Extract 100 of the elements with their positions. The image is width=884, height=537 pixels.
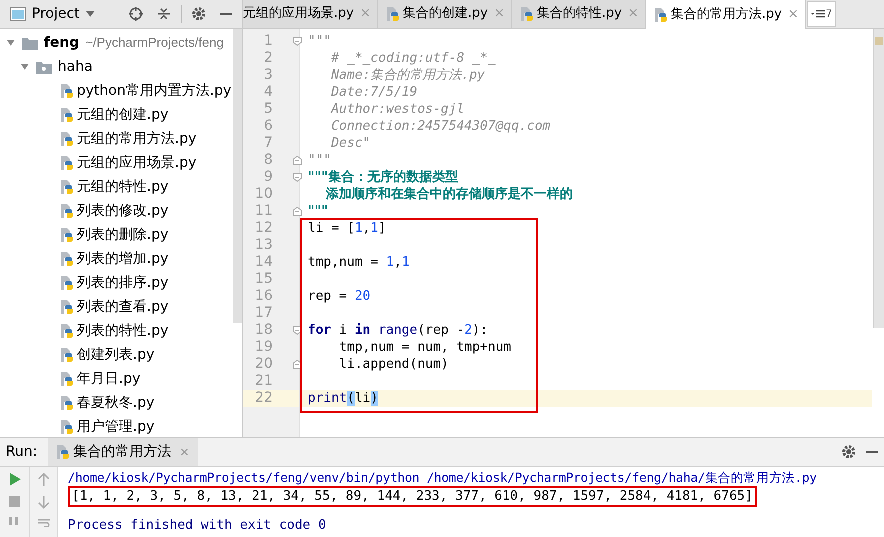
file-tree-item[interactable]: 春夏秋冬.py — [0, 391, 155, 415]
python-file-icon — [60, 227, 74, 243]
fold-marker-icon[interactable] — [293, 37, 302, 46]
arrow-down-icon[interactable] — [38, 496, 50, 509]
line-number: 12 — [254, 220, 273, 237]
line-number: 15 — [254, 271, 273, 288]
python-file-icon — [60, 179, 74, 195]
code-line: tmp,num = num, tmp+num — [338, 339, 512, 356]
file-tree-item[interactable]: 元组的创建.py — [0, 103, 169, 127]
folder-tree-item[interactable]: haha — [0, 55, 93, 79]
editor-tab[interactable]: 集合的创建.py × — [378, 0, 512, 28]
code-line: li = [1,1] — [307, 220, 388, 237]
python-file-icon — [56, 444, 70, 460]
file-tree-item[interactable]: 列表的删除.py — [0, 223, 169, 247]
wrap-icon[interactable] — [38, 519, 50, 527]
line-number: 21 — [254, 373, 273, 390]
editor-tab[interactable]: 元组的应用场景.py × — [243, 0, 378, 28]
python-file-icon — [520, 6, 534, 22]
editor-tab[interactable]: 集合的特性.py × — [512, 0, 646, 28]
panel-title[interactable]: Project — [32, 4, 80, 24]
python-file-icon — [60, 203, 74, 219]
line-number: 18 — [254, 322, 273, 339]
line-number: 8 — [263, 152, 273, 169]
fold-marker-icon[interactable] — [293, 207, 302, 216]
fold-marker-icon[interactable] — [293, 173, 302, 182]
python-file-icon — [60, 275, 74, 291]
crosshair-icon[interactable] — [129, 7, 143, 21]
file-tree-item[interactable]: 列表的特性.py — [0, 319, 169, 343]
arrow-up-icon[interactable] — [38, 473, 50, 486]
line-number: 3 — [263, 67, 273, 84]
code-line: Name:集合的常用方法.py — [330, 67, 486, 84]
line-number: 17 — [254, 305, 273, 322]
line-number: 10 — [254, 186, 273, 203]
folder-tree-item[interactable]: feng ~/PycharmProjects/feng — [0, 31, 224, 55]
line-number: 11 — [254, 203, 273, 220]
python-file-icon — [60, 155, 74, 171]
line-number: 20 — [254, 356, 273, 373]
code-line: """ — [307, 33, 332, 50]
code-line: Desc" — [330, 135, 372, 152]
run-label: Run: — [6, 442, 38, 462]
line-number: 5 — [263, 101, 273, 118]
file-tree-item[interactable]: 列表的增加.py — [0, 247, 169, 271]
console-line: /home/kiosk/PycharmProjects/feng/venv/bin/python /home/kiosk/PycharmProjects/feng/haha/集合的常用方法.py — [68, 469, 817, 486]
line-number: 6 — [263, 118, 273, 135]
list-icon — [810, 9, 825, 19]
code-line: Author:westos-gjl — [330, 101, 466, 118]
dropdown-caret-icon[interactable] — [86, 11, 95, 17]
python-file-icon — [60, 419, 74, 435]
line-number: 1 — [263, 33, 273, 50]
file-tree-item[interactable]: 元组的常用方法.py — [0, 127, 197, 151]
warning-marker-icon — [875, 37, 883, 45]
settings-icon[interactable] — [842, 445, 856, 459]
line-number: 7 — [263, 135, 273, 152]
code-line: # _*_coding:utf-8 _*_ — [330, 50, 497, 67]
code-line: Date:7/5/19 — [330, 84, 419, 101]
python-file-icon — [60, 395, 74, 411]
editor-tab[interactable]: 集合的常用方法.py × — [646, 0, 806, 29]
expanded-arrow-icon[interactable] — [6, 38, 16, 48]
file-tree-item[interactable]: 列表的修改.py — [0, 199, 169, 223]
file-tree-item[interactable]: 列表的查看.py — [0, 295, 169, 319]
line-number: 13 — [254, 237, 273, 254]
fold-marker-icon[interactable] — [293, 156, 302, 165]
python-file-icon — [60, 83, 74, 99]
file-tree-item[interactable]: python常用内置方法.py — [0, 79, 232, 103]
python-file-icon — [60, 299, 74, 315]
folder-icon — [22, 36, 38, 50]
python-file-icon — [60, 347, 74, 363]
file-tree-item[interactable]: 列表的排序.py — [0, 271, 169, 295]
collapse-icon[interactable] — [157, 7, 171, 21]
file-tree-item[interactable]: 用户管理.py — [0, 415, 155, 437]
run-tab[interactable]: 集合的常用方法 × — [48, 438, 198, 466]
tab-overflow-button[interactable]: 7 — [806, 1, 836, 27]
pause-icon[interactable] — [9, 517, 20, 525]
expanded-arrow-icon[interactable] — [20, 62, 30, 72]
file-tree-item[interactable]: 创建列表.py — [0, 343, 155, 367]
code-line: """集合：无序的数据类型 — [307, 169, 460, 186]
line-number: 2 — [263, 50, 273, 67]
code-line: li.append(num) — [338, 356, 450, 373]
settings-icon[interactable] — [192, 7, 206, 21]
python-file-icon — [60, 371, 74, 387]
console-line: Process finished with exit code 0 — [68, 517, 326, 534]
code-line: """ — [307, 203, 330, 220]
python-file-icon — [60, 323, 74, 339]
code-line: 添加顺序和在集合中的存储顺序是不一样的 — [325, 186, 574, 203]
file-tree-item[interactable]: 元组的应用场景.py — [0, 151, 197, 175]
line-number: 16 — [254, 288, 273, 305]
code-line: rep = 20 — [307, 288, 372, 305]
editor-scrollbar[interactable] — [873, 29, 884, 328]
python-file-icon — [386, 6, 400, 22]
python-file-icon — [60, 251, 74, 267]
python-file-icon — [60, 131, 74, 147]
python-file-icon — [654, 6, 668, 22]
line-number: 4 — [263, 84, 273, 101]
code-line: """ — [307, 152, 332, 169]
run-icon[interactable] — [8, 473, 20, 486]
file-tree-item[interactable]: 年月日.py — [0, 367, 141, 391]
file-tree-item[interactable]: 元组的特性.py — [0, 175, 169, 199]
scrollbar[interactable] — [233, 29, 242, 323]
code-line: Connection:2457544307@qq.com — [330, 118, 552, 135]
window-icon — [10, 7, 26, 21]
